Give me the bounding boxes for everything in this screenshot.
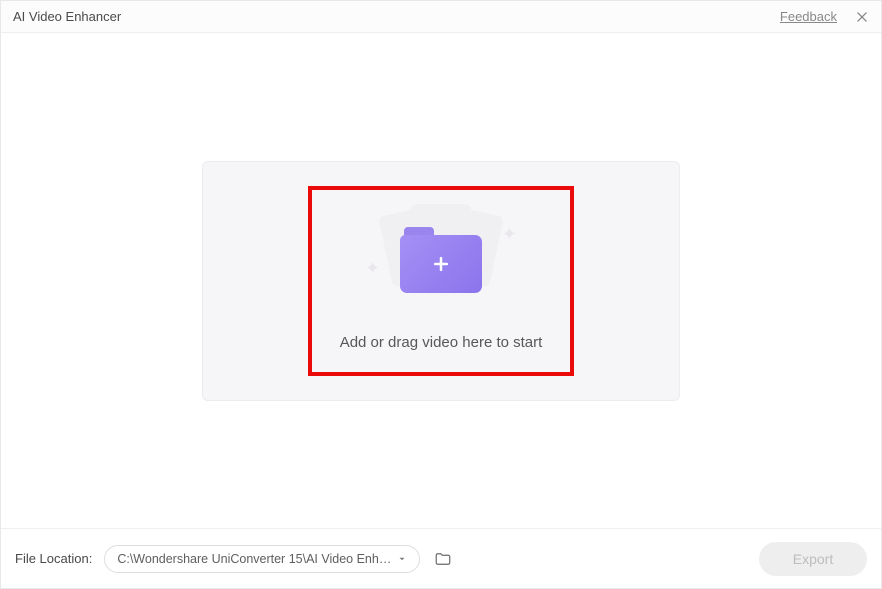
file-location-select[interactable]: C:\Wondershare UniConverter 15\AI Video … (104, 545, 420, 573)
dropzone-inner: ✦ ✦ Add or drag video here to start (340, 210, 543, 351)
chevron-down-icon (397, 554, 407, 564)
app-title: AI Video Enhancer (13, 9, 780, 24)
sparkle-icon: ✦ (502, 224, 517, 245)
close-button[interactable] (853, 8, 871, 26)
close-icon (855, 10, 869, 24)
plus-icon (431, 254, 451, 274)
sparkle-icon: ✦ (365, 258, 380, 279)
footer-bar: File Location: C:\Wondershare UniConvert… (1, 528, 881, 588)
feedback-link[interactable]: Feedback (780, 9, 837, 24)
export-button[interactable]: Export (759, 542, 867, 576)
dropzone-prompt: Add or drag video here to start (340, 334, 543, 351)
title-bar: AI Video Enhancer Feedback (1, 1, 881, 33)
folder-plus-icon (400, 235, 482, 293)
browse-folder-button[interactable] (432, 548, 454, 570)
folder-illustration: ✦ ✦ (371, 210, 511, 300)
video-dropzone[interactable]: ✦ ✦ Add or drag video here to start (202, 161, 680, 401)
file-location-path: C:\Wondershare UniConverter 15\AI Video … (117, 552, 391, 566)
main-content: ✦ ✦ Add or drag video here to start (1, 33, 881, 528)
folder-icon (434, 550, 452, 568)
file-location-label: File Location: (15, 551, 92, 566)
app-window: AI Video Enhancer Feedback ✦ ✦ (0, 0, 882, 589)
